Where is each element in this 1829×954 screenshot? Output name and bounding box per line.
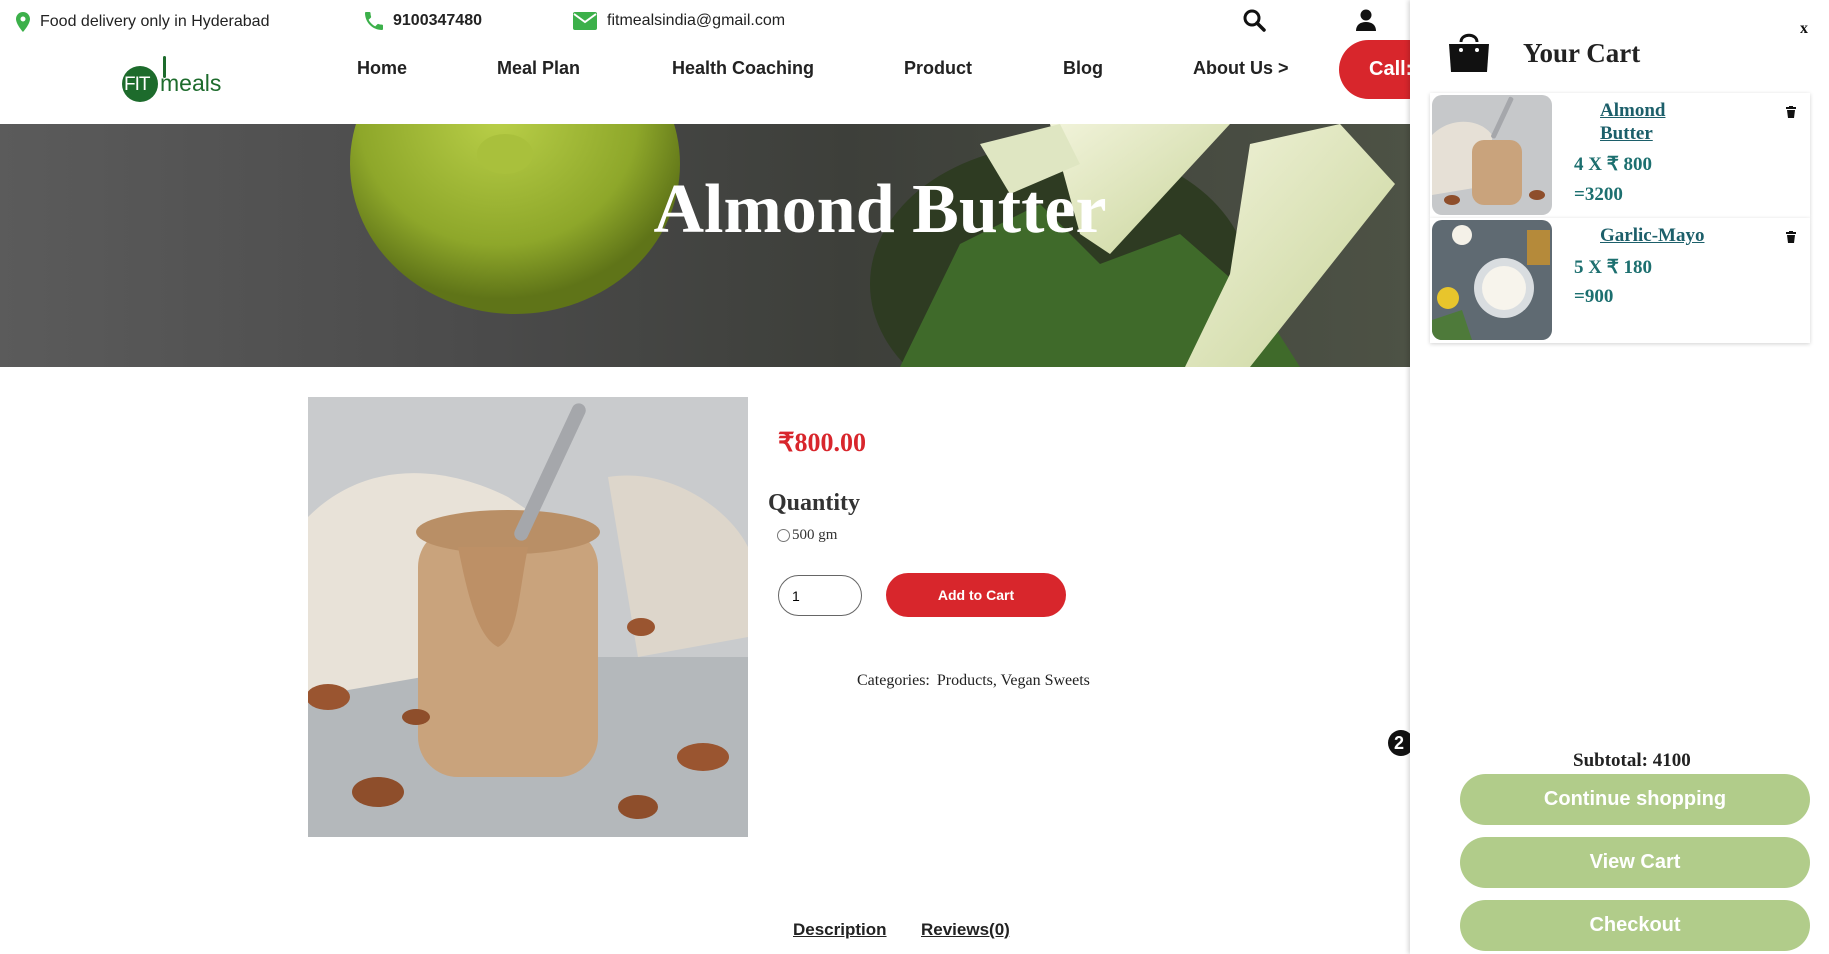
- user-icon: [1356, 9, 1376, 31]
- nav-blog[interactable]: Blog: [1063, 58, 1103, 79]
- cart-item: Garlic-Mayo 5 X ₹ 180 =900: [1430, 218, 1810, 343]
- account-button[interactable]: [1356, 8, 1376, 37]
- email-address: fitmealsindia@gmail.com: [607, 12, 786, 29]
- view-cart-button[interactable]: View Cart: [1460, 837, 1810, 888]
- nav-about-us[interactable]: About Us >: [1193, 58, 1289, 79]
- nav-product[interactable]: Product: [904, 58, 972, 79]
- search-icon: [1243, 9, 1266, 32]
- add-to-cart-button[interactable]: Add to Cart: [886, 573, 1066, 617]
- weight-option[interactable]: 500 gm: [777, 527, 837, 544]
- categories: Categories: Products, Vegan Sweets: [857, 672, 1090, 690]
- cart-title: Your Cart: [1523, 38, 1641, 68]
- nav-meal-plan[interactable]: Meal Plan: [497, 58, 580, 79]
- trash-icon: [1786, 106, 1796, 118]
- cart-item-total: =900: [1574, 286, 1614, 307]
- cart-item: Almond Butter 4 X ₹ 800 =3200: [1430, 93, 1810, 218]
- phone-contact[interactable]: 9100347480: [365, 12, 482, 30]
- remove-item-button[interactable]: [1786, 105, 1796, 123]
- fitmeals-logo[interactable]: FIT meals: [122, 54, 222, 104]
- almond-butter-thumbnail: [1432, 95, 1552, 215]
- product-image[interactable]: [308, 397, 748, 837]
- checkout-button[interactable]: Checkout: [1460, 900, 1810, 951]
- cart-item-qty: 4 X ₹ 800: [1574, 154, 1653, 175]
- cart-item-name[interactable]: Almond Butter: [1600, 99, 1710, 145]
- close-cart-button[interactable]: x: [1800, 20, 1808, 38]
- call-label: Call:: [1369, 58, 1413, 80]
- logo-fit-text: FIT: [124, 74, 150, 95]
- nav-health-coaching[interactable]: Health Coaching: [672, 58, 814, 79]
- categories-list[interactable]: Products, Vegan Sweets: [937, 672, 1090, 689]
- hero-title: Almond Butter: [653, 171, 1107, 248]
- hero-banner: Almond Butter: [0, 124, 1410, 367]
- cart-item-total: =3200: [1574, 184, 1623, 205]
- cart-item-qty: 5 X ₹ 180: [1574, 257, 1653, 278]
- continue-shopping-button[interactable]: Continue shopping: [1460, 774, 1810, 825]
- categories-label: Categories:: [857, 672, 930, 689]
- phone-icon: [365, 12, 383, 30]
- product-price: ₹800.00: [778, 428, 867, 457]
- logo-meals-text: meals: [160, 70, 222, 96]
- cart-item-image[interactable]: [1432, 95, 1552, 215]
- location-pin-icon: [16, 12, 30, 32]
- phone-number: 9100347480: [393, 12, 482, 29]
- email-contact[interactable]: fitmealsindia@gmail.com: [573, 12, 785, 30]
- trash-icon: [1786, 231, 1796, 243]
- tab-description[interactable]: Description: [793, 920, 887, 940]
- delivery-text: Food delivery only in Hyderabad: [40, 13, 270, 30]
- mail-icon: [573, 12, 597, 30]
- top-bar: Food delivery only in Hyderabad 91003474…: [0, 0, 1410, 44]
- weight-radio[interactable]: [777, 529, 790, 542]
- search-button[interactable]: [1242, 8, 1266, 37]
- tab-reviews[interactable]: Reviews(0): [921, 920, 1010, 940]
- garlic-mayo-thumbnail: [1432, 220, 1552, 340]
- nav-home[interactable]: Home: [357, 58, 407, 79]
- weight-option-label: 500 gm: [792, 527, 838, 543]
- shopping-bag-icon: [1447, 30, 1491, 79]
- quantity-label: Quantity: [768, 490, 861, 516]
- remove-item-button[interactable]: [1786, 230, 1796, 248]
- delivery-location: Food delivery only in Hyderabad: [16, 12, 269, 32]
- quantity-input[interactable]: [778, 575, 862, 616]
- cart-item-name[interactable]: Garlic-Mayo: [1600, 224, 1710, 247]
- cart-item-image[interactable]: [1432, 220, 1552, 340]
- cart-subtotal: Subtotal: 4100: [1573, 750, 1691, 771]
- almond-butter-photo: [308, 397, 748, 837]
